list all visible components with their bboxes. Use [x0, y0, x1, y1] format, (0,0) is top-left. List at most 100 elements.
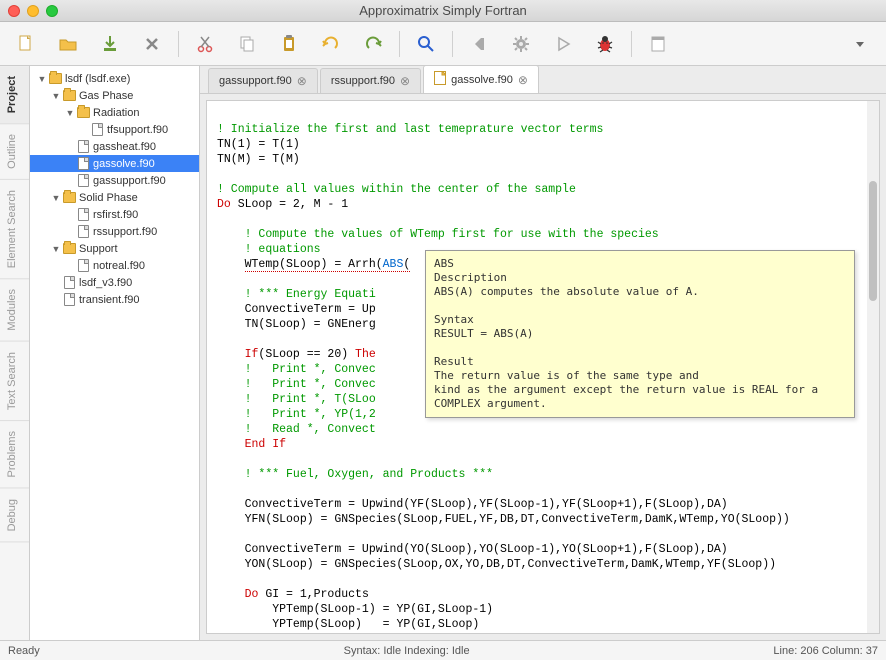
cut-button[interactable] [191, 30, 219, 58]
tree-file[interactable]: ▼notreal.f90 [30, 257, 199, 274]
tree-file[interactable]: ▼tfsupport.f90 [30, 121, 199, 138]
side-tab-element-search[interactable]: Element Search [0, 180, 29, 279]
folder-icon [62, 89, 76, 103]
project-tree[interactable]: ▼lsdf (lsdf.exe)▼Gas Phase▼Radiation▼tfs… [30, 66, 200, 640]
undo-button[interactable] [317, 30, 345, 58]
tree-label: gassheat.f90 [93, 141, 156, 153]
tree-toggle-icon[interactable]: ▼ [50, 244, 62, 254]
code-line: TN(M) = T(M) [217, 153, 300, 166]
paste-button[interactable] [275, 30, 303, 58]
build-button[interactable] [507, 30, 535, 58]
options-button[interactable] [644, 30, 672, 58]
tree-label: gassupport.f90 [93, 175, 166, 187]
open-file-button[interactable] [54, 30, 82, 58]
toolbar-dropdown-button[interactable] [846, 30, 874, 58]
tree-folder[interactable]: ▼ Gas Phase [30, 87, 199, 104]
file-icon [76, 157, 90, 171]
code-tooltip: ABS Description ABS(A) computes the abso… [425, 250, 855, 418]
tree-label: lsdf (lsdf.exe) [65, 73, 130, 85]
close-tab-icon[interactable]: ⊗ [297, 74, 307, 88]
close-tab-icon[interactable]: ⊗ [518, 73, 528, 87]
folder-icon [62, 242, 76, 256]
redo-button[interactable] [359, 30, 387, 58]
tree-label: gassolve.f90 [93, 158, 155, 170]
new-file-button[interactable] [12, 30, 40, 58]
code-line: TN(SLoop) = GNEnerg [245, 318, 376, 331]
code-line: ! Initialize the first and last temeprat… [217, 123, 603, 136]
code-line: ConvectiveTerm = Up [245, 303, 376, 316]
close-button[interactable] [138, 30, 166, 58]
folder-icon [76, 106, 90, 120]
tree-file[interactable]: ▼rsfirst.f90 [30, 206, 199, 223]
folder-icon [62, 191, 76, 205]
tree-label: lsdf_v3.f90 [79, 277, 132, 289]
status-ready: Ready [8, 645, 40, 657]
save-button[interactable] [96, 30, 124, 58]
editor-tab[interactable]: gassolve.f90 ⊗ [423, 66, 539, 93]
file-icon [90, 123, 104, 137]
code-line: ! *** Energy Equati [245, 288, 376, 301]
file-icon [434, 71, 446, 88]
back-target-button[interactable] [465, 30, 493, 58]
search-button[interactable] [412, 30, 440, 58]
status-bar: Ready Syntax: Idle Indexing: Idle Line: … [0, 640, 886, 660]
tree-label: Radiation [93, 107, 139, 119]
tree-folder[interactable]: ▼ Radiation [30, 104, 199, 121]
side-tab-problems[interactable]: Problems [0, 421, 29, 488]
tree-label: Solid Phase [79, 192, 138, 204]
tree-file[interactable]: ▼gassupport.f90 [30, 172, 199, 189]
tree-folder[interactable]: ▼ Support [30, 240, 199, 257]
tree-label: notreal.f90 [93, 260, 145, 272]
folder-icon [48, 72, 62, 86]
file-icon [62, 276, 76, 290]
tree-label: tfsupport.f90 [107, 124, 168, 136]
file-icon [76, 140, 90, 154]
tree-file[interactable]: ▼rssupport.f90 [30, 223, 199, 240]
copy-button[interactable] [233, 30, 261, 58]
file-icon [76, 208, 90, 222]
code-line: Do [217, 198, 231, 211]
side-tab-project[interactable]: Project [0, 66, 29, 124]
code-line: TN(1) = T(1) [217, 138, 300, 151]
editor-tabs: gassupport.f90⊗rssupport.f90⊗gassolve.f9… [200, 66, 886, 94]
editor-tab[interactable]: gassupport.f90 ⊗ [208, 68, 318, 93]
tab-label: rssupport.f90 [331, 75, 395, 87]
code-line: ! Compute the values of WTemp first for … [245, 228, 659, 241]
tree-file[interactable]: ▼gassolve.f90 [30, 155, 199, 172]
tab-label: gassupport.f90 [219, 75, 292, 87]
side-tab-outline[interactable]: Outline [0, 124, 29, 180]
toolbar [0, 22, 886, 66]
side-tab-text-search[interactable]: Text Search [0, 342, 29, 421]
tab-label: gassolve.f90 [451, 74, 513, 86]
code-line: ! Compute all values within the center o… [217, 183, 576, 196]
tree-label: rssupport.f90 [93, 226, 157, 238]
side-tab-modules[interactable]: Modules [0, 279, 29, 342]
editor-scrollbar[interactable] [867, 101, 879, 633]
side-tab-strip: ProjectOutlineElement SearchModulesText … [0, 66, 30, 640]
close-tab-icon[interactable]: ⊗ [400, 74, 410, 88]
window-title: Approximatrix Simply Fortran [0, 3, 886, 18]
file-icon [62, 293, 76, 307]
tree-label: Gas Phase [79, 90, 133, 102]
code-line: ! equations [245, 243, 321, 256]
tree-toggle-icon[interactable]: ▼ [50, 193, 62, 203]
tree-folder[interactable]: ▼ Solid Phase [30, 189, 199, 206]
editor-tab[interactable]: rssupport.f90 ⊗ [320, 68, 421, 93]
side-tab-debug[interactable]: Debug [0, 489, 29, 542]
tree-toggle-icon[interactable]: ▼ [50, 91, 62, 101]
titlebar: Approximatrix Simply Fortran [0, 0, 886, 22]
tree-label: transient.f90 [79, 294, 140, 306]
run-button[interactable] [549, 30, 577, 58]
tree-file[interactable]: ▼gassheat.f90 [30, 138, 199, 155]
tree-file[interactable]: ▼transient.f90 [30, 291, 199, 308]
tree-file[interactable]: ▼lsdf_v3.f90 [30, 274, 199, 291]
tree-folder[interactable]: ▼ lsdf (lsdf.exe) [30, 70, 199, 87]
file-icon [76, 174, 90, 188]
tree-label: rsfirst.f90 [93, 209, 138, 221]
tree-toggle-icon[interactable]: ▼ [36, 74, 48, 84]
status-position: Line: 206 Column: 37 [773, 645, 878, 657]
tree-label: Support [79, 243, 118, 255]
tree-toggle-icon[interactable]: ▼ [64, 108, 76, 118]
file-icon [76, 259, 90, 273]
debug-button[interactable] [591, 30, 619, 58]
